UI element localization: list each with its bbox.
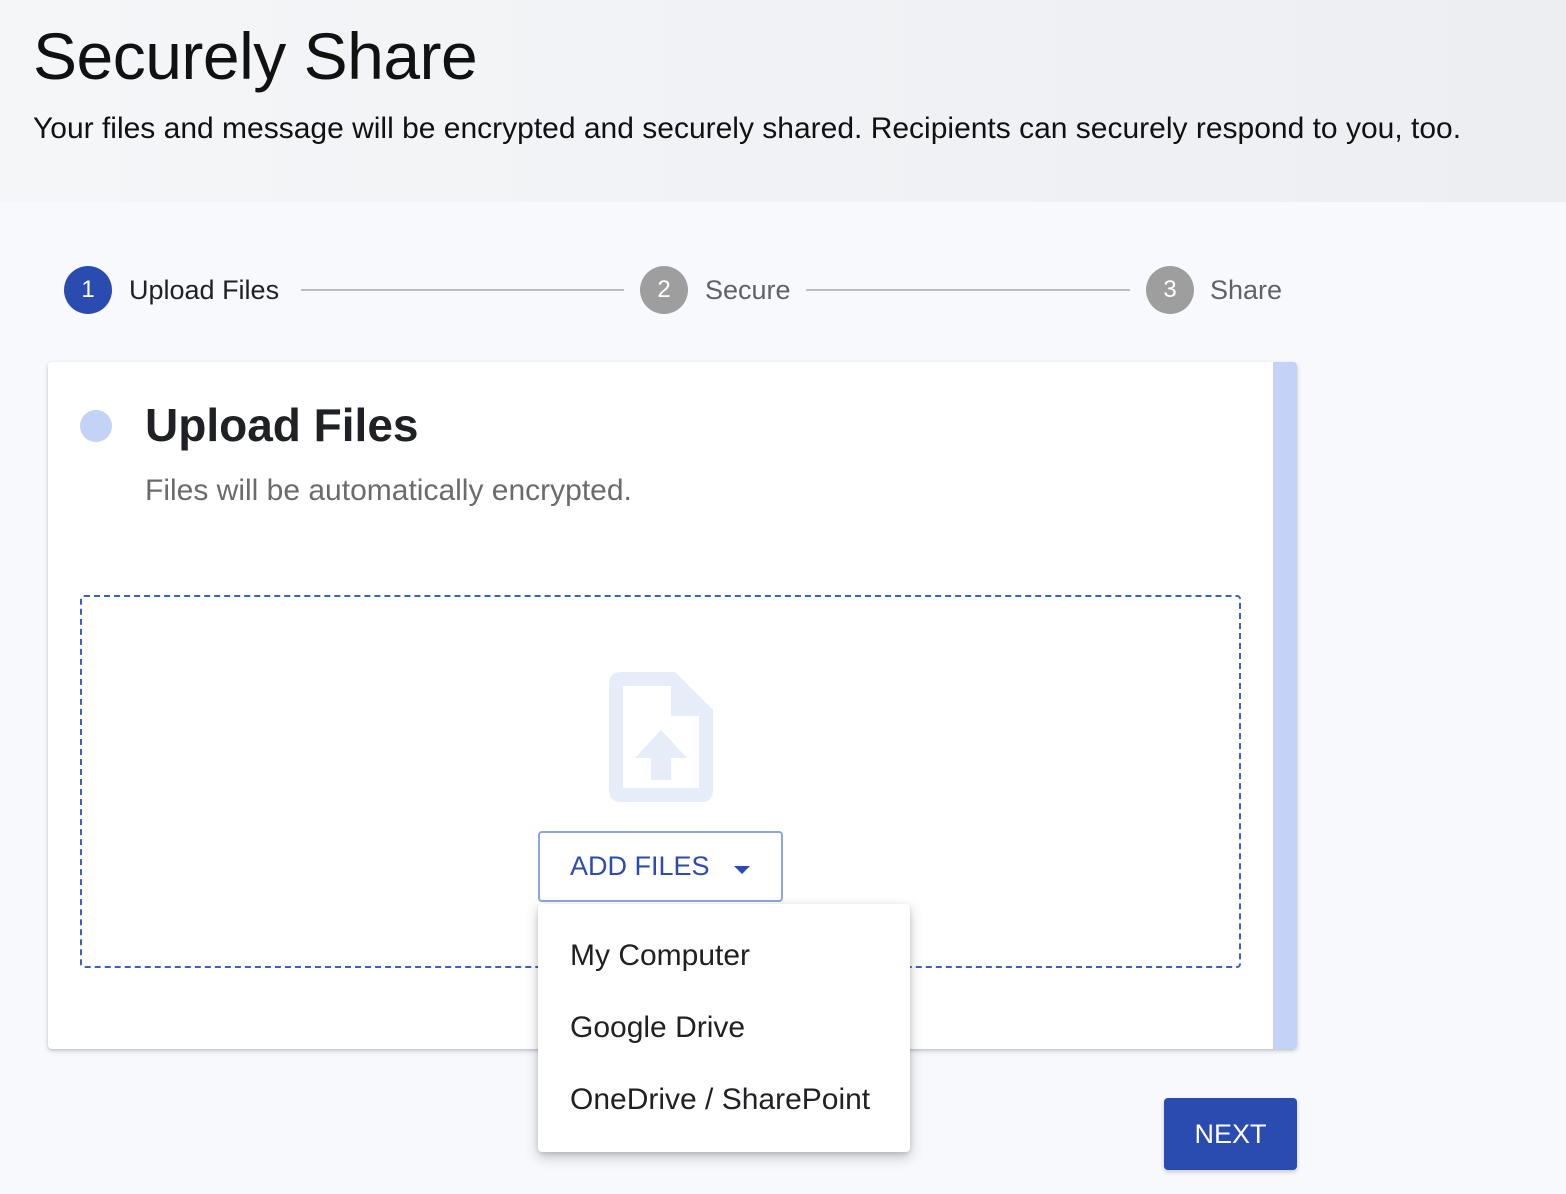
menu-item-my-computer[interactable]: My Computer (538, 920, 910, 992)
add-files-menu: My Computer Google Drive OneDrive / Shar… (538, 904, 910, 1152)
add-files-button[interactable]: ADD FILES (538, 831, 783, 902)
next-button[interactable]: NEXT (1164, 1098, 1297, 1170)
step-3-label[interactable]: Share (1210, 275, 1282, 305)
step-1-indicator[interactable]: 1 (64, 266, 112, 314)
page-subtitle: Your files and message will be encrypted… (33, 112, 1462, 145)
add-files-label: ADD FILES (570, 851, 710, 881)
card-title: Upload Files (145, 399, 419, 451)
caret-down-icon (734, 866, 750, 874)
page-title: Securely Share (33, 19, 478, 93)
step-2-indicator[interactable]: 2 (640, 266, 688, 314)
card-accent-stripe (1273, 362, 1297, 1049)
menu-item-onedrive-sharepoint[interactable]: OneDrive / SharePoint (538, 1064, 910, 1136)
step-1-label[interactable]: Upload Files (129, 275, 279, 305)
menu-item-google-drive[interactable]: Google Drive (538, 992, 910, 1064)
page-header: Securely Share Your files and message wi… (0, 0, 1566, 202)
step-3-indicator[interactable]: 3 (1146, 266, 1194, 314)
card-description: Files will be automatically encrypted. (145, 474, 632, 507)
step-2-label[interactable]: Secure (705, 275, 791, 305)
section-dot-icon (80, 410, 112, 442)
step-connector (806, 289, 1130, 291)
file-upload-icon (609, 672, 713, 802)
step-connector (301, 289, 624, 291)
